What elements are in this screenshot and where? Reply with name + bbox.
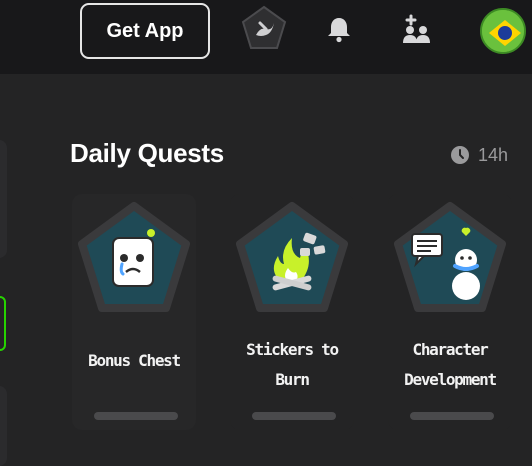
quest-title: Stickers to Burn <box>230 335 354 395</box>
quest-title-line-2: Development <box>404 370 497 389</box>
clock-icon <box>451 146 469 164</box>
quest-timer: 14h <box>450 142 508 168</box>
quest-progress-bar <box>410 412 494 420</box>
left-panel-selected-card[interactable] <box>0 296 6 351</box>
quest-title-line-2: Burn <box>275 370 310 389</box>
chat-snowman-icon <box>394 202 506 312</box>
daily-quests-title: Daily Quests <box>70 138 224 168</box>
bell-icon[interactable] <box>322 12 356 46</box>
quest-progress-bar <box>252 412 336 420</box>
quest-title-line-1: Character <box>412 340 489 359</box>
quest-title: Character Development <box>388 335 512 395</box>
left-panel-card[interactable] <box>0 140 7 258</box>
timer-text: 14h <box>478 144 509 165</box>
friends-icon[interactable] <box>398 12 434 48</box>
chest-icon <box>78 202 190 312</box>
quest-card-stickers-to-burn[interactable]: Stickers to Burn <box>230 194 354 430</box>
get-app-button[interactable]: Get App <box>80 3 210 59</box>
avatar[interactable] <box>480 8 526 54</box>
quest-title-line-1: Stickers to <box>246 340 339 359</box>
stickers-fire-icon <box>236 202 348 312</box>
quest-card-bonus-chest[interactable]: Bonus Chest <box>72 194 196 430</box>
left-panel-card[interactable] <box>0 386 7 466</box>
quest-title: Bonus Chest <box>88 351 181 370</box>
logo-icon[interactable] <box>240 5 288 53</box>
top-bar: Get App <box>0 0 532 74</box>
quest-card-character-development[interactable]: Character Development <box>388 194 512 430</box>
quest-progress-bar <box>94 412 178 420</box>
